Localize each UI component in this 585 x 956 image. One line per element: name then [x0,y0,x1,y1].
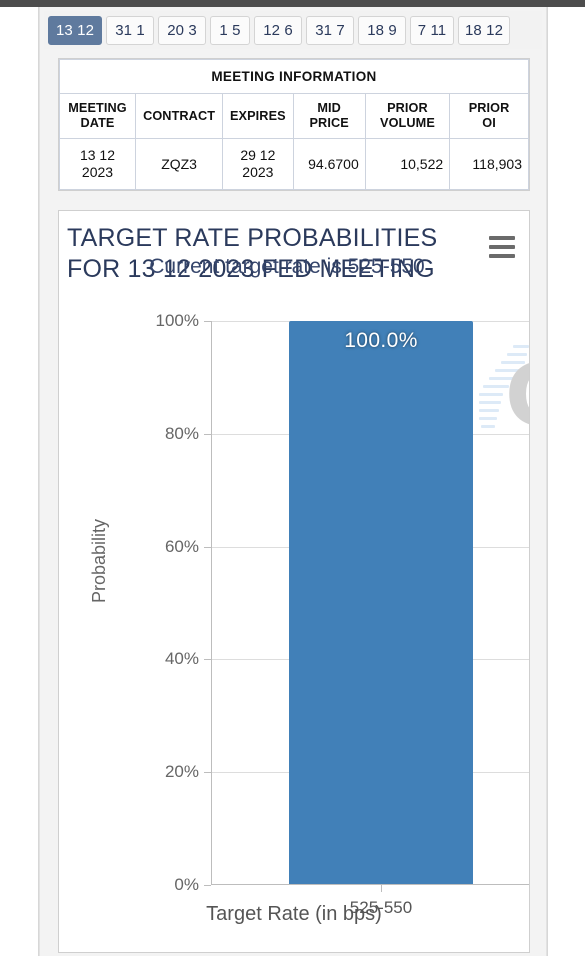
tab-label: 1 5 [219,22,241,39]
tab-meeting-12-6[interactable]: 12 6 [254,16,302,45]
y-tick-mark [204,321,211,322]
watermark-stripe [501,361,525,364]
y-tick-mark [204,546,211,548]
header-line: OI [482,116,496,130]
meeting-information-panel: MEETING INFORMATION MEETING DATE CONTRAC… [58,58,530,191]
tab-meeting-31-7[interactable]: 31 7 [306,16,354,45]
cell-expires: 29 12 2023 [222,138,294,190]
header-line: DATE [80,116,115,130]
watermark-stripe [481,425,495,428]
bar-value-label: 100.0% [344,329,418,352]
y-tick-label: 20% [164,762,199,782]
header-line: VOLUME [380,116,435,130]
tab-meeting-20-3[interactable]: 20 3 [158,16,206,45]
page-content-area: 13 12 31 1 20 3 1 5 12 6 31 7 18 9 7 11 [39,7,547,956]
cell-line: 2023 [81,164,114,180]
cell-contract: ZQZ3 [134,138,224,190]
header-line: PRICE [309,116,349,130]
column-header-expires: EXPIRES [222,93,294,139]
tab-meeting-18-12[interactable]: 18 12 [458,16,510,45]
tab-label: 12 6 [263,22,293,39]
header-line: PRIOR [468,101,510,115]
tab-label: 31 1 [115,22,145,39]
chart-plot-area: 100% 80% 60% 40% 20% 0% 100.0% 525-550 [156,311,529,917]
table-header-row: MEETING DATE CONTRACT EXPIRES MID PRICE [59,93,529,139]
watermark-stripe [483,385,509,388]
cell-prior-volume: 10,522 [364,138,451,190]
cell-prior-oi: 118,903 [449,138,529,190]
tab-meeting-1-5[interactable]: 1 5 [210,16,250,45]
y-axis-title: Probability [89,518,109,603]
watermark-stripe [495,369,521,372]
watermark-stripe [479,393,503,396]
cell-mid-price: 94.6700 [292,138,366,190]
cell-meeting-date: 13 12 2023 [59,138,136,190]
watermark-stripe [479,401,501,404]
tab-meeting-7-11[interactable]: 7 11 [410,16,454,45]
y-tick-label: 60% [164,536,199,556]
page-column: 13 12 31 1 20 3 1 5 12 6 31 7 18 9 7 11 [38,7,548,956]
table-title-row: MEETING INFORMATION [59,59,529,94]
meeting-date-tab-strip: 13 12 31 1 20 3 1 5 12 6 31 7 18 9 7 11 [44,11,542,49]
tab-label: 20 3 [167,22,197,39]
x-tick-mark [381,885,382,892]
tab-label: 18 12 [464,22,504,39]
y-tick-mark [204,885,211,886]
quandl-watermark-logo: Q [479,343,529,453]
cell-line: 2023 [242,164,274,180]
column-header-mid-price: MID PRICE [292,93,366,139]
y-tick-label: 0% [174,875,199,894]
column-header-prior-volume: PRIOR VOLUME [364,93,451,139]
watermark-stripe [479,409,499,412]
cell-line: 13 12 [79,147,115,163]
target-rate-probabilities-chart-panel: TARGET RATE PROBABILITIES FOR 13 12 2023… [58,210,530,953]
chart-plot-wrapper: Probability 100% 80% 60% 40% 20% 0% 100.… [59,211,529,952]
y-tick-mark [204,772,211,774]
header-line: CONTRACT [143,108,216,123]
table-row: 13 12 2023 ZQZ3 29 12 2023 94.6700 10,52… [59,138,529,190]
watermark-stripe [479,417,497,420]
tab-label: 18 9 [367,22,397,39]
browser-top-chrome-bar [0,0,585,7]
watermark-stripe [513,345,529,348]
column-header-contract: CONTRACT [134,93,224,139]
tab-label: 31 7 [315,22,345,39]
tab-label: 7 11 [417,22,447,39]
header-line: PRIOR [387,101,428,115]
x-axis-title: Target Rate (in bps) [206,903,382,925]
column-header-meeting-date: MEETING DATE [59,93,136,139]
tab-meeting-18-9[interactable]: 18 9 [358,16,406,45]
y-axis-line [211,321,212,885]
header-line: EXPIRES [230,108,286,123]
y-tick-mark [204,659,211,661]
watermark-stripe [489,377,515,380]
y-tick-label: 80% [164,423,199,443]
x-axis-line [211,884,529,885]
cell-line: 29 12 [240,147,276,163]
y-tick-label: 40% [164,649,199,669]
y-tick-mark [204,433,211,435]
meeting-information-title: MEETING INFORMATION [59,59,529,94]
watermark-stripe [507,353,527,356]
tab-label: 13 12 [55,22,95,39]
watermark-letter: Q [505,353,529,439]
header-line: MEETING [68,101,127,115]
bar-525-550[interactable]: 100.0% [289,321,473,884]
tab-meeting-31-1[interactable]: 31 1 [106,16,154,45]
column-header-prior-oi: PRIOR OI [449,93,529,139]
meeting-information-table: MEETING INFORMATION MEETING DATE CONTRAC… [59,59,529,190]
header-line: MID [317,101,341,115]
y-tick-label: 100% [155,311,199,330]
tab-meeting-13-12[interactable]: 13 12 [48,16,102,45]
